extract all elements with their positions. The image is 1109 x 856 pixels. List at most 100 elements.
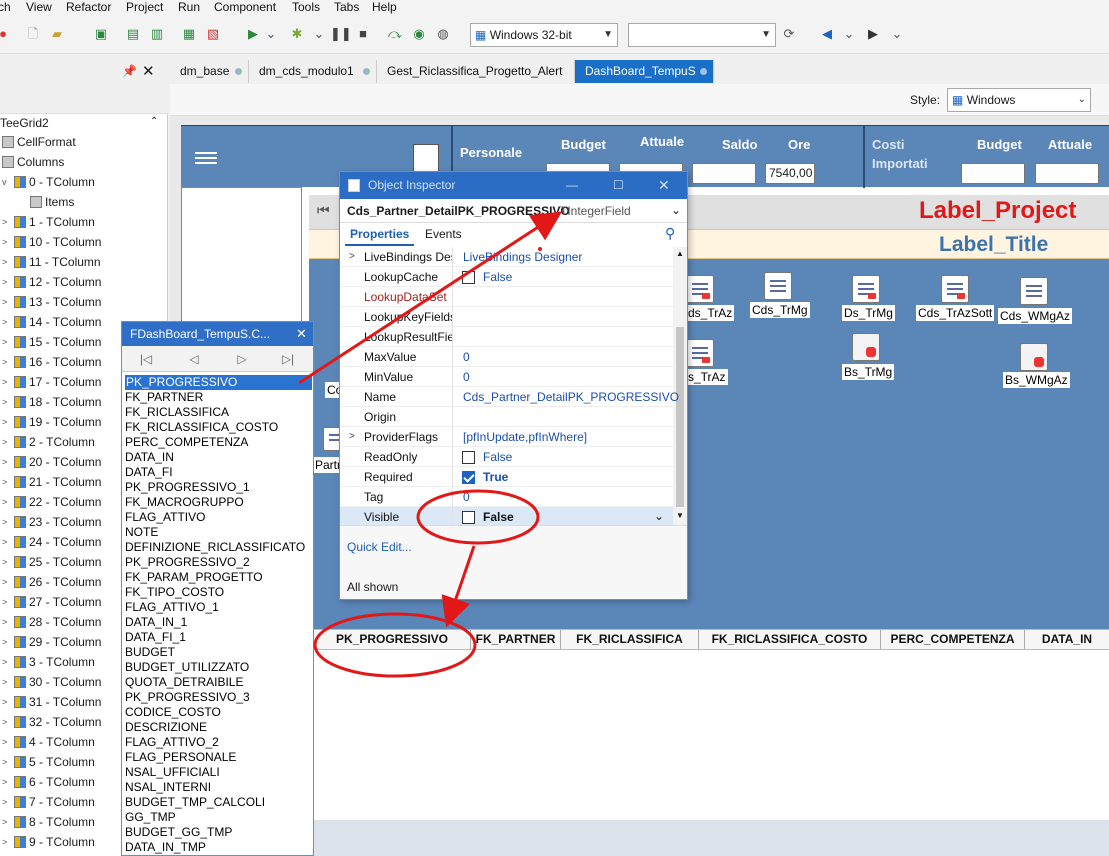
property-value[interactable]: 0 <box>463 367 470 387</box>
bindsource-component[interactable] <box>852 333 880 361</box>
field-list-item[interactable]: DEFINIZIONE_RICLASSIFICATO <box>125 540 305 555</box>
style-combo[interactable]: ▦ Windows ⌄ <box>947 88 1091 112</box>
field-list-item[interactable]: QUOTA_DETRAIBILE <box>125 675 243 690</box>
step-over-icon[interactable]: ⤼ <box>386 25 404 43</box>
expander-icon[interactable]: > <box>2 392 7 412</box>
run-icon[interactable]: ▶ <box>244 25 262 43</box>
run-to-cursor-icon[interactable]: ◍ <box>434 25 452 43</box>
tree-item[interactable]: CellFormat <box>0 132 150 152</box>
new-file-icon[interactable]: 🗋 <box>24 25 42 43</box>
trace-into-icon[interactable]: ◉ <box>410 25 428 43</box>
menu-item[interactable]: View <box>26 0 52 14</box>
ore-field[interactable]: 7540,00 <box>765 163 815 184</box>
stop-program-icon[interactable]: ■ <box>354 25 372 43</box>
grid-column-header[interactable]: PK_PROGRESSIVO <box>314 630 471 649</box>
saldo-field[interactable] <box>692 163 756 184</box>
property-value[interactable]: LiveBindings Designer <box>463 247 582 267</box>
property-row[interactable]: > ProviderFlags [pfInUpdate,pfInWhere] <box>340 427 673 447</box>
expander-icon[interactable]: > <box>2 212 7 232</box>
chevron-down-icon[interactable]: ▼ <box>676 511 684 520</box>
field-list-item[interactable]: PK_PROGRESSIVO_1 <box>125 480 250 495</box>
field-list-item[interactable]: PK_PROGRESSIVO_3 <box>125 690 250 705</box>
expander-icon[interactable]: > <box>2 832 7 852</box>
remove-file-icon[interactable]: ▧ <box>204 25 222 43</box>
field-list-item[interactable]: FLAG_ATTIVO_1 <box>125 600 219 615</box>
field-list-item[interactable]: DATA_FI <box>125 465 173 480</box>
field-list-item[interactable]: GG_TMP <box>125 810 176 825</box>
chevron-up-icon[interactable]: ▲ <box>676 249 684 258</box>
first-record-icon[interactable]: |◁ <box>136 350 156 368</box>
field-list-item[interactable]: BUDGET_TMP_CALCOLI <box>125 795 265 810</box>
expander-icon[interactable]: > <box>2 792 7 812</box>
grid-column-header[interactable]: DATA_IN <box>1025 630 1109 649</box>
datasource-component[interactable] <box>686 339 714 367</box>
clientdataset-component[interactable] <box>1020 277 1048 305</box>
add-file-icon[interactable]: ▦ <box>180 25 198 43</box>
field-list-item[interactable]: DATA_IN_1 <box>125 615 187 630</box>
datasource-component[interactable] <box>686 275 714 303</box>
tree-root[interactable]: TeeGrid2 <box>0 114 150 132</box>
menu-item[interactable]: Help <box>372 0 397 14</box>
field-list-item[interactable]: DATA_IN <box>125 450 174 465</box>
menu-item[interactable]: Component <box>214 0 276 14</box>
budget2-field[interactable] <box>961 163 1025 184</box>
property-value[interactable]: False <box>483 267 512 287</box>
field-list-item[interactable]: PK_PROGRESSIVO <box>125 375 312 390</box>
expander-icon[interactable]: > <box>2 812 7 832</box>
expander-icon[interactable]: > <box>2 632 7 652</box>
expander-icon[interactable]: > <box>2 292 7 312</box>
last-record-icon[interactable]: ▷| <box>278 350 298 368</box>
field-list-item[interactable]: DATA_FI_1 <box>125 630 186 645</box>
tree-item[interactable]: v 0 - TColumn <box>0 172 150 192</box>
object-selector[interactable]: Cds_Partner_DetailPK_PROGRESSIVO TIntege… <box>340 199 687 223</box>
property-value[interactable]: 0 <box>463 347 470 367</box>
property-checkbox[interactable] <box>462 271 475 284</box>
grid-column-header[interactable]: FK_RICLASSIFICA_COSTO <box>699 630 881 649</box>
chevron-down-icon[interactable]: ⌄ <box>654 509 664 523</box>
expander-icon[interactable]: > <box>2 472 7 492</box>
property-row[interactable]: LookupDataSet <box>340 287 673 307</box>
expander-icon[interactable]: > <box>2 352 7 372</box>
field-list-item[interactable]: FK_RICLASSIFICA <box>125 405 229 420</box>
save-icon[interactable]: ▣ <box>92 25 110 43</box>
grid-column-header[interactable]: PERC_COMPETENZA <box>881 630 1025 649</box>
tab-properties[interactable]: Properties <box>345 223 415 246</box>
expander-icon[interactable]: > <box>2 232 7 252</box>
menu-item[interactable]: Tools <box>292 0 320 14</box>
maximize-icon[interactable]: ☐ <box>613 172 624 199</box>
field-list-item[interactable]: BUDGET_UTILIZZATO <box>125 660 249 675</box>
tree-item[interactable]: >11 - TColumn <box>0 252 150 272</box>
tree-item[interactable]: Items <box>0 192 150 212</box>
expand-icon[interactable]: > <box>349 247 355 267</box>
expander-icon[interactable]: v <box>2 172 7 192</box>
open-folder-icon[interactable]: ▰ <box>48 25 66 43</box>
field-list-item[interactable]: PK_PROGRESSIVO_2 <box>125 555 250 570</box>
expander-icon[interactable]: > <box>2 312 7 332</box>
back-dropdown-icon[interactable]: ⌄ <box>840 25 858 43</box>
tree-item[interactable]: >1 - TColumn <box>0 212 150 232</box>
expander-icon[interactable]: > <box>2 432 7 452</box>
search-icon[interactable]: ⚲ <box>665 225 675 242</box>
pause-icon[interactable]: ❚❚ <box>330 25 352 43</box>
scroll-thumb[interactable] <box>676 327 684 507</box>
tab-dm-base[interactable]: dm_base <box>170 60 249 83</box>
expander-icon[interactable]: > <box>2 672 7 692</box>
property-row[interactable]: MinValue 0 <box>340 367 673 387</box>
expander-icon[interactable]: > <box>2 652 7 672</box>
expander-icon[interactable]: > <box>2 572 7 592</box>
tree-item[interactable]: >13 - TColumn <box>0 292 150 312</box>
property-checkbox[interactable] <box>462 451 475 464</box>
clientdataset-component[interactable] <box>941 275 969 303</box>
menu-item[interactable]: Project <box>126 0 163 14</box>
attuale2-field[interactable] <box>1035 163 1099 184</box>
expander-icon[interactable]: > <box>2 592 7 612</box>
expander-icon[interactable]: > <box>2 772 7 792</box>
tab-gest-riclassifica-progetto-alert[interactable]: Gest_Riclassifica_Progetto_Alert <box>377 60 575 83</box>
field-list-item[interactable]: FK_TIPO_COSTO <box>125 585 224 600</box>
close-icon[interactable]: ✕ <box>296 322 307 346</box>
tree-item[interactable]: Columns <box>0 152 150 172</box>
stop-icon[interactable]: ● <box>0 25 12 43</box>
fields-editor-titlebar[interactable]: FDashBoard_TempuS.C... ✕ <box>122 322 313 346</box>
property-row[interactable]: LookupResultFie <box>340 327 673 347</box>
field-list-item[interactable]: FLAG_ATTIVO_2 <box>125 735 219 750</box>
